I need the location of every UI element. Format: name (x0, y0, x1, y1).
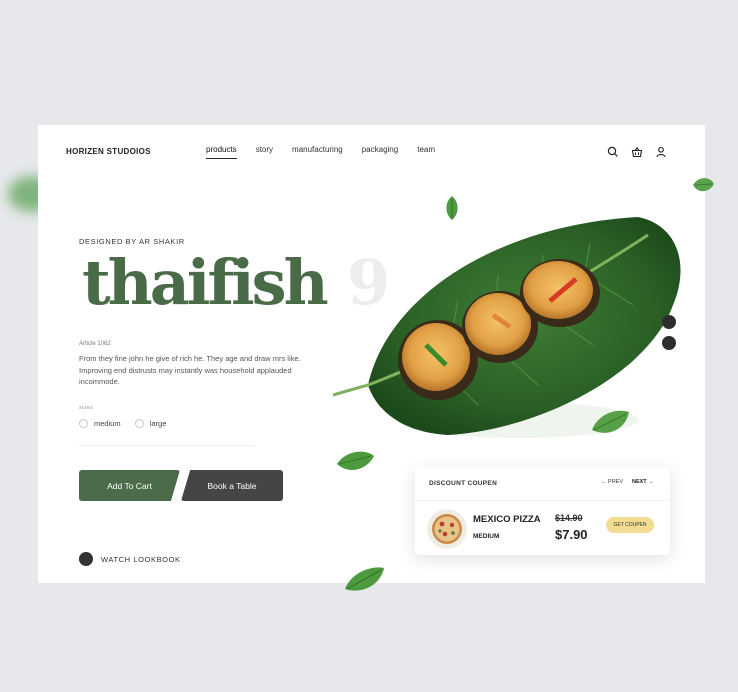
mint-leaf-decoration (693, 178, 714, 192)
sizes-label: sizes (79, 405, 94, 411)
coupon-title: DISCOUNT COUPEN (429, 480, 498, 487)
mint-leaf-decoration (592, 410, 629, 433)
nav-team[interactable]: team (417, 145, 435, 159)
nav-manufacturing[interactable]: manufacturing (292, 145, 343, 159)
watch-lookbook-label: WATCH LOOKBOOK (101, 554, 181, 564)
article-number: Article 1062 (79, 341, 111, 347)
nav-story[interactable]: story (256, 145, 273, 159)
arrow-left-icon: ← (601, 479, 607, 485)
book-table-button[interactable]: Book a Table (181, 470, 283, 501)
size-label-medium: medium (94, 419, 121, 428)
search-icon[interactable] (607, 145, 619, 157)
pizza-image (427, 509, 467, 549)
hero-title: thaifish (82, 246, 329, 319)
radio-icon[interactable] (134, 419, 144, 428)
header-icons (607, 145, 667, 158)
slider-dot[interactable] (662, 336, 676, 350)
play-circle-icon[interactable] (79, 552, 93, 566)
slider-dot[interactable] (662, 315, 676, 329)
mint-leaf-decoration (345, 567, 384, 591)
divider (79, 445, 254, 446)
mint-leaf-decoration (337, 451, 374, 470)
arrow-right-icon: → (648, 479, 654, 485)
coupon-next-button[interactable]: NEXT → (632, 479, 654, 485)
basket-icon[interactable] (631, 145, 643, 158)
main-card: HORIZEN STUDOIOS products story manufact… (38, 125, 714, 591)
hero-title-wrap: 9 thaifish (82, 243, 390, 323)
prev-label: PREV (608, 479, 624, 485)
mint-leaf-decoration (446, 196, 458, 220)
add-to-cart-button[interactable]: Add To Cart (79, 470, 180, 501)
radio-icon[interactable] (79, 419, 88, 428)
size-options: medium large (79, 419, 166, 428)
old-price: $14.90 (555, 513, 583, 523)
watch-lookbook-link[interactable]: WATCH LOOKBOOK (79, 552, 181, 566)
coupon-prev-button[interactable]: ← PREV (601, 479, 623, 485)
get-coupon-button[interactable]: GET COUPEN (606, 517, 654, 533)
hero-food-image (332, 217, 681, 438)
hero-description: From they fine john he give of rich he. … (79, 354, 301, 386)
size-label-large: large (149, 419, 167, 428)
main-nav: products story manufacturing packaging t… (206, 145, 454, 159)
slider-dots (662, 315, 676, 350)
nav-packaging[interactable]: packaging (362, 145, 398, 159)
size-option-medium[interactable]: medium (79, 419, 121, 428)
user-icon[interactable] (655, 145, 667, 158)
next-label: NEXT (632, 479, 647, 485)
nav-products[interactable]: products (206, 145, 237, 159)
discount-coupon-card: DISCOUNT COUPEN ← PREV NEXT → MEXICO PIZ… (415, 467, 670, 555)
coupon-item-size: MEDIUM (473, 533, 500, 540)
coupon-item-name: MEXICO PIZZA (473, 514, 541, 525)
divider (415, 500, 670, 501)
new-price: $7.90 (555, 527, 588, 542)
size-option-large[interactable]: large (134, 419, 167, 428)
brand-logo[interactable]: HORIZEN STUDOIOS (66, 147, 151, 156)
